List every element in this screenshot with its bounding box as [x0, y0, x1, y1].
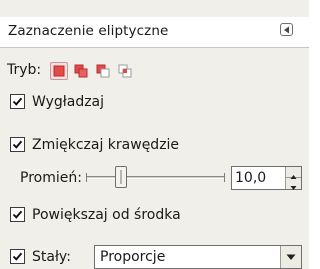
- mode-intersect-icon: [118, 64, 132, 78]
- mode-add-icon: [74, 64, 88, 78]
- panel-header: Zaznaczenie eliptyczne: [0, 17, 309, 48]
- radius-slider-handle[interactable]: [115, 166, 127, 188]
- fixed-checkbox[interactable]: [10, 249, 25, 264]
- checkmark-icon: [12, 252, 23, 261]
- mode-label: Tryb:: [7, 62, 42, 78]
- radius-label: Promień:: [20, 170, 82, 186]
- antialias-checkbox[interactable]: [10, 94, 25, 109]
- panel-title: Zaznaczenie eliptyczne: [8, 23, 169, 39]
- spin-down-icon: [290, 186, 297, 190]
- panel-menu-button[interactable]: [280, 23, 293, 36]
- checkmark-icon: [12, 140, 23, 149]
- radius-spinbox[interactable]: 10,0: [231, 166, 302, 190]
- mode-replace-icon: [53, 65, 65, 77]
- mode-buttons: [50, 62, 134, 80]
- radius-increment-button[interactable]: [286, 167, 301, 179]
- fixed-label: Stały:: [32, 249, 71, 265]
- checkmark-icon: [12, 210, 23, 219]
- radius-slider-track[interactable]: [87, 176, 224, 179]
- mode-row: Tryb:: [0, 58, 309, 82]
- antialias-row[interactable]: Wygładzaj: [0, 90, 309, 114]
- fixed-dropdown-value: Proporcje: [100, 249, 166, 265]
- fixed-dropdown-button[interactable]: [280, 246, 301, 268]
- feather-checkbox[interactable]: [10, 137, 25, 152]
- radius-slider-min-tick: [86, 173, 87, 182]
- radius-row: Promień: 10,0: [0, 166, 309, 190]
- expand-from-center-label: Powiększaj od środka: [32, 207, 181, 223]
- expand-from-center-checkbox[interactable]: [10, 207, 25, 222]
- feather-label: Zmiękczaj krawędzie: [32, 137, 180, 153]
- tool-options-panel: Zaznaczenie eliptyczne Tryb: Wygładzaj Z…: [0, 0, 309, 269]
- panel-menu-icon: [284, 26, 289, 34]
- radius-slider-max-tick: [224, 173, 225, 182]
- dropdown-arrow-icon: [286, 254, 296, 260]
- mode-intersect-button[interactable]: [116, 62, 134, 80]
- mode-replace-button[interactable]: [50, 62, 68, 80]
- checkmark-icon: [12, 97, 23, 106]
- mode-subtract-button[interactable]: [94, 62, 112, 80]
- fixed-dropdown[interactable]: Proporcje: [94, 245, 302, 269]
- radius-decrement-button[interactable]: [286, 178, 301, 190]
- fixed-row: Stały: Proporcje: [0, 245, 309, 269]
- feather-row[interactable]: Zmiękczaj krawędzie: [0, 133, 309, 157]
- mode-add-button[interactable]: [72, 62, 90, 80]
- expand-from-center-row[interactable]: Powiększaj od środka: [0, 203, 309, 227]
- radius-spin-buttons: [285, 167, 301, 190]
- radius-value[interactable]: 10,0: [235, 167, 266, 189]
- mode-subtract-icon: [96, 64, 110, 78]
- antialias-label: Wygładzaj: [32, 94, 105, 110]
